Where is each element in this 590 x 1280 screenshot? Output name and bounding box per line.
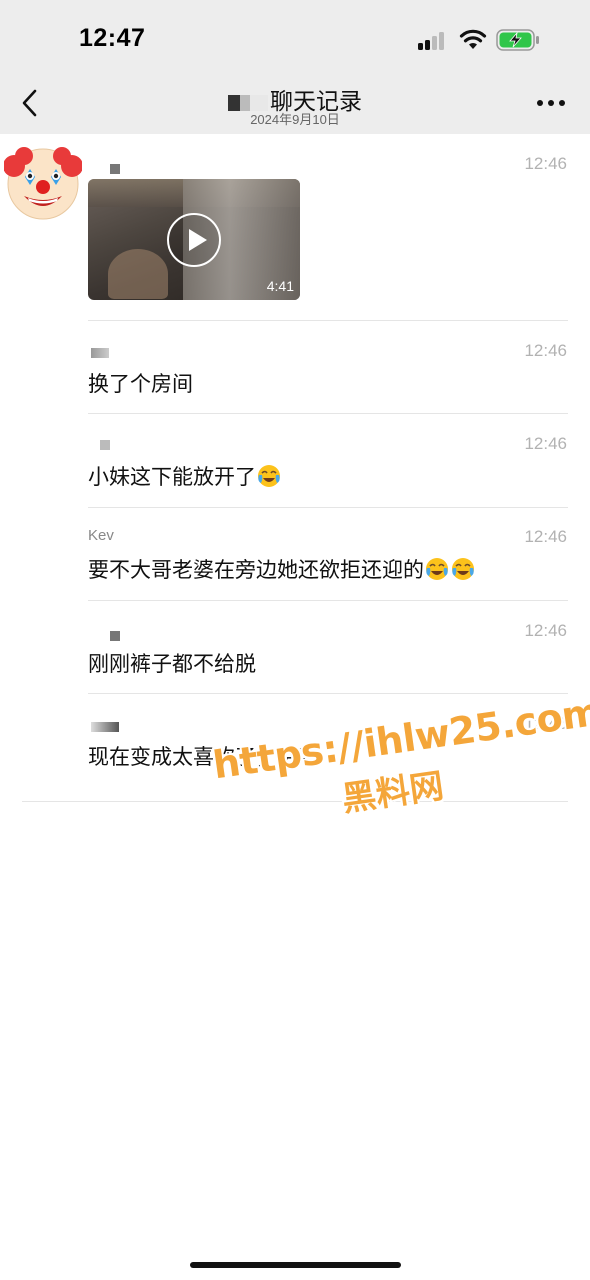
signal-icon — [418, 30, 450, 50]
battery-charging-icon — [496, 29, 539, 51]
redacted-sender — [110, 631, 120, 641]
redacted-sender — [91, 348, 109, 358]
video-duration: 4:41 — [266, 278, 294, 294]
more-horizontal-icon[interactable] — [537, 100, 565, 108]
status-time: 12:47 — [79, 24, 146, 52]
message-text-row: 小妹这下能放开了 — [88, 461, 282, 491]
video-message[interactable]: 4:41 — [88, 179, 300, 300]
home-indicator[interactable] — [190, 1262, 401, 1268]
redacted-sender — [100, 440, 110, 450]
message-text: 刚刚裤子都不给脱 — [88, 653, 256, 676]
message-sender: Kev — [88, 527, 114, 544]
divider — [88, 320, 568, 321]
message-time: 12:46 — [524, 341, 567, 360]
divider — [88, 507, 568, 508]
face-with-tears-of-joy-icon — [452, 558, 474, 580]
message-time: 12:46 — [524, 434, 567, 453]
list-item[interactable]: Kev 12:46 要不大哥老婆在旁边她还欲拒还迎的 — [88, 527, 568, 587]
play-icon[interactable] — [167, 213, 221, 267]
status-bar: 12:47 — [0, 0, 590, 72]
face-with-tears-of-joy-icon — [426, 558, 448, 580]
face-with-tears-of-joy-icon — [258, 465, 280, 487]
divider — [88, 600, 568, 601]
message-time: 12:46 — [524, 621, 567, 640]
clown-face-icon[interactable] — [4, 144, 82, 222]
redacted-sender — [91, 722, 119, 732]
redacted-sender — [110, 164, 120, 174]
message-text: 要不大哥老婆在旁边她还欲拒还迎的 — [88, 559, 424, 582]
message-text: 小妹这下能放开了 — [88, 466, 256, 489]
wifi-icon — [459, 29, 487, 49]
message-text: 换了个房间 — [88, 373, 193, 396]
list-item[interactable]: 12:46 换了个房间 — [88, 341, 568, 401]
list-item[interactable]: 12:46 小妹这下能放开了 — [88, 434, 568, 494]
message-time: 12:46 — [524, 154, 567, 173]
nav-bar: 聊天记录 2024年9月10日 — [0, 72, 590, 134]
message-time: 12:46 — [524, 527, 567, 546]
divider — [88, 413, 568, 414]
page-subtitle-date: 2024年9月10日 — [250, 112, 340, 127]
message-text-row: 要不大哥老婆在旁边她还欲拒还迎的 — [88, 554, 476, 584]
